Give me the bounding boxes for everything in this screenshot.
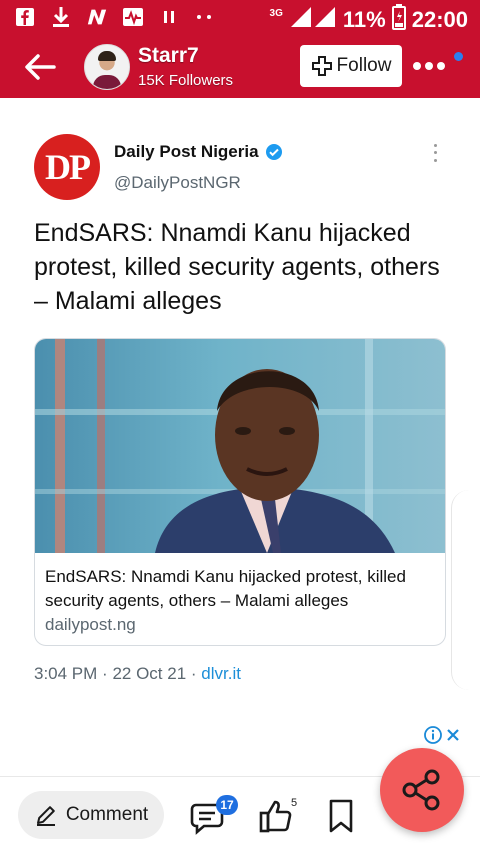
status-bar: 3G 11% 22:00 (0, 0, 480, 36)
ad-choices[interactable] (424, 726, 460, 744)
battery-percent: 11% (342, 6, 386, 32)
tweet-timestamp: 3:04 PM · 22 Oct 21 · dlvr.it (34, 664, 241, 683)
top-bar: 3G 11% 22:00 Starr7 15K Followers Follow (0, 0, 480, 98)
back-arrow-icon (25, 54, 56, 80)
kebab-menu-icon[interactable] (428, 142, 442, 164)
account-logo[interactable]: DP (34, 134, 100, 200)
tweet-time[interactable]: 3:04 PM (34, 664, 97, 683)
back-button[interactable] (22, 50, 58, 84)
embedded-tweet: DP Daily Post Nigeria @DailyPostNGR EndS… (0, 98, 480, 718)
verified-icon (265, 144, 282, 160)
plus-icon (311, 56, 332, 76)
comments-count-button[interactable]: 17 (190, 795, 238, 835)
comment-button[interactable]: Comment (18, 791, 164, 839)
follower-count: 15K Followers (138, 72, 234, 89)
close-icon[interactable] (446, 728, 460, 742)
next-card-edge (451, 490, 470, 690)
notification-dots-icon (194, 6, 216, 28)
bookmark-button[interactable] (326, 799, 356, 833)
download-icon (50, 6, 72, 28)
article-image (35, 339, 445, 553)
info-icon[interactable] (424, 726, 442, 744)
signal-icon (289, 5, 337, 34)
clock: 22:00 (411, 6, 468, 32)
edit-pencil-icon (36, 806, 55, 826)
user-name[interactable]: Starr7 (138, 44, 199, 68)
battery-icon (391, 4, 406, 35)
follow-button[interactable]: Follow (300, 45, 402, 87)
pause-icon (158, 6, 180, 28)
comment-count-badge: 17 (216, 795, 238, 815)
like-button[interactable]: 5 (258, 795, 304, 835)
comment-label: Comment (65, 804, 149, 825)
link-preview-card[interactable]: EndSARS: Nnamdi Kanu hijacked protest, k… (34, 338, 446, 646)
facebook-icon (14, 6, 36, 28)
account-handle[interactable]: @DailyPostNGR (114, 173, 241, 193)
tweet-date[interactable]: 22 Oct 21 (112, 664, 186, 683)
avatar[interactable] (84, 44, 130, 90)
like-count: 5 (291, 797, 298, 809)
link-title: EndSARS: Nnamdi Kanu hijacked protest, k… (45, 567, 406, 610)
profile-header: Starr7 15K Followers Follow (0, 36, 480, 98)
tweet-text: EndSARS: Nnamdi Kanu hijacked protest, k… (34, 219, 440, 315)
bookmark-icon (329, 799, 353, 833)
share-button[interactable] (380, 748, 464, 832)
notification-dot (454, 52, 463, 61)
account-name[interactable]: Daily Post Nigeria (114, 142, 283, 162)
network-type: 3G (269, 8, 283, 19)
share-icon (402, 769, 440, 811)
more-options-button[interactable] (412, 54, 446, 78)
follow-label: Follow (336, 55, 392, 76)
more-dots-icon (413, 62, 445, 70)
activity-icon (122, 6, 144, 28)
tweet-source-link[interactable]: dlvr.it (201, 664, 241, 683)
link-domain: dailypost.ng (45, 615, 136, 634)
n-app-icon (86, 6, 108, 28)
